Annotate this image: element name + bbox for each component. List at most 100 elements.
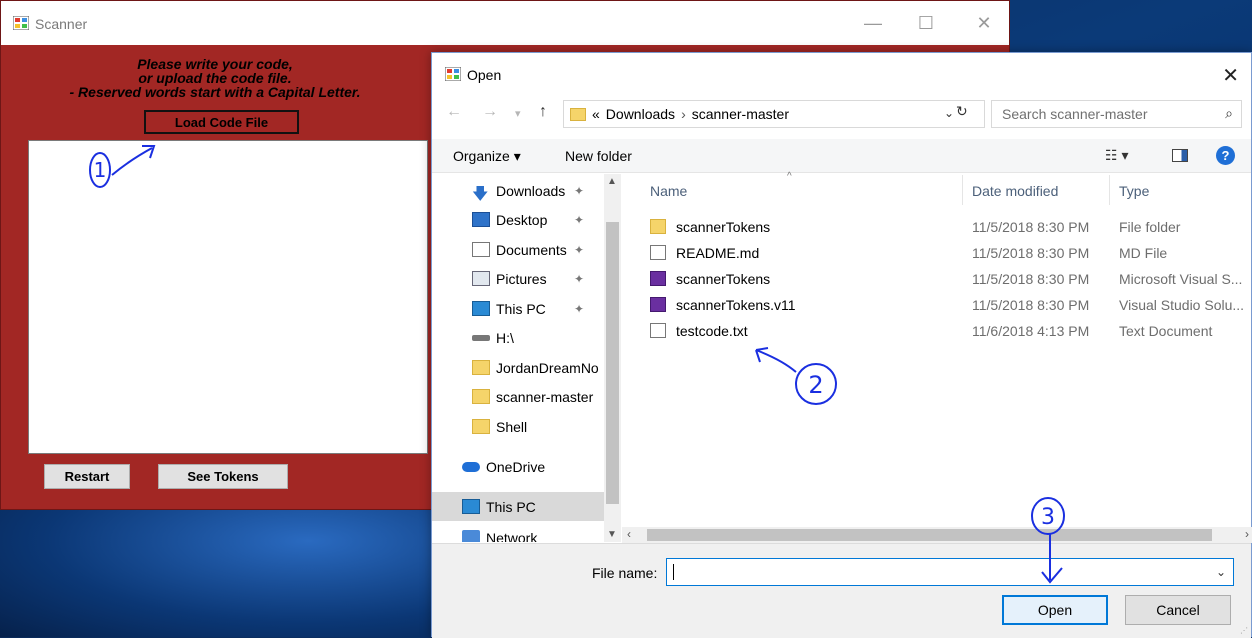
column-divider[interactable] bbox=[962, 175, 963, 205]
search-input[interactable]: Search scanner-master ⌕ bbox=[991, 100, 1242, 128]
back-arrow-icon[interactable]: ← bbox=[446, 103, 462, 121]
scroll-up-icon[interactable]: ▲ bbox=[607, 176, 617, 187]
new-folder-button[interactable]: New folder bbox=[565, 148, 632, 164]
nav-item-label: Pictures bbox=[496, 270, 547, 287]
pin-icon[interactable]: ✦ bbox=[574, 302, 584, 316]
file-row[interactable]: scannerTokens 11/5/2018 8:30 PM Microsof… bbox=[622, 266, 1252, 292]
up-arrow-icon[interactable]: ↑ bbox=[539, 103, 547, 121]
network-drive-icon bbox=[472, 334, 490, 341]
file-date: 11/5/2018 8:30 PM bbox=[972, 297, 1090, 313]
file-name-input[interactable]: ⌄ bbox=[666, 558, 1234, 586]
nav-item-jordandreamno[interactable]: JordanDreamNo bbox=[432, 353, 604, 382]
file-list-horizontal-scrollbar[interactable]: ‹ › bbox=[622, 527, 1252, 543]
dialog-close-button[interactable]: ✕ bbox=[1222, 63, 1239, 88]
dialog-title: Open bbox=[467, 67, 502, 83]
nav-item-documents[interactable]: Documents ✦ bbox=[432, 235, 604, 264]
maximize-button[interactable]: ☐ bbox=[911, 11, 941, 35]
folder-icon bbox=[472, 419, 490, 434]
visual-studio-icon bbox=[650, 297, 666, 312]
nav-item-label: scanner-master bbox=[496, 388, 594, 405]
see-tokens-button[interactable]: See Tokens bbox=[158, 464, 288, 489]
scroll-right-icon[interactable]: › bbox=[1245, 527, 1249, 541]
change-view-icon[interactable]: ☷ ▾ bbox=[1105, 147, 1128, 164]
load-code-file-button[interactable]: Load Code File bbox=[144, 110, 299, 134]
resize-grip-icon[interactable]: ⋰ bbox=[1240, 626, 1248, 635]
cancel-button[interactable]: Cancel bbox=[1125, 595, 1231, 625]
folder-icon bbox=[570, 107, 586, 121]
chevron-down-icon[interactable]: ⌄ bbox=[1216, 565, 1226, 579]
instructions-text: Please write your code, or upload the co… bbox=[1, 57, 429, 99]
scroll-left-icon[interactable]: ‹ bbox=[627, 527, 631, 541]
file-name: scannerTokens.v11 bbox=[676, 297, 796, 313]
nav-item-shell[interactable]: Shell bbox=[432, 412, 604, 441]
navigation-pane: 🡇 Downloads ✦ Desktop ✦ Documents ✦ Pict… bbox=[432, 174, 604, 542]
open-button[interactable]: Open bbox=[1002, 595, 1108, 625]
folder-icon bbox=[472, 389, 490, 404]
sort-ascending-icon: ^ bbox=[787, 171, 792, 182]
scrollbar-thumb[interactable] bbox=[647, 529, 1212, 541]
file-row[interactable]: testcode.txt 11/6/2018 4:13 PM Text Docu… bbox=[622, 318, 1252, 344]
nav-item-pictures[interactable]: Pictures ✦ bbox=[432, 264, 604, 293]
nav-item-h-drive[interactable]: H:\ bbox=[432, 323, 604, 352]
nav-item-network[interactable]: Network bbox=[432, 530, 604, 542]
nav-item-label: Desktop bbox=[496, 211, 548, 228]
file-date: 11/5/2018 8:30 PM bbox=[972, 219, 1090, 235]
file-row[interactable]: README.md 11/5/2018 8:30 PM MD File bbox=[622, 240, 1252, 266]
preview-pane-icon[interactable] bbox=[1172, 149, 1188, 162]
nav-item-onedrive[interactable]: OneDrive bbox=[432, 452, 604, 481]
search-icon: ⌕ bbox=[1225, 105, 1233, 121]
document-icon bbox=[650, 245, 666, 260]
pin-icon[interactable]: ✦ bbox=[574, 272, 584, 286]
nav-item-label: This PC bbox=[486, 498, 536, 515]
breadcrumb-overflow[interactable]: « bbox=[592, 106, 600, 122]
file-row[interactable]: scannerTokens.v11 11/5/2018 8:30 PM Visu… bbox=[622, 292, 1252, 318]
nav-item-downloads[interactable]: 🡇 Downloads ✦ bbox=[432, 176, 604, 205]
forward-arrow-icon[interactable]: → bbox=[482, 103, 498, 121]
chevron-down-icon[interactable]: ⌄ bbox=[944, 106, 954, 120]
scrollbar-thumb[interactable] bbox=[606, 222, 619, 504]
recent-locations-icon[interactable]: ▾ bbox=[515, 107, 521, 120]
refresh-icon[interactable]: ↻ bbox=[956, 103, 968, 120]
file-name: scannerTokens bbox=[676, 271, 771, 287]
close-button[interactable]: ✕ bbox=[969, 11, 999, 35]
download-arrow-icon: 🡇 bbox=[472, 186, 489, 203]
text-file-icon bbox=[650, 323, 666, 338]
file-type: Visual Studio Solu... bbox=[1119, 297, 1245, 313]
file-name: README.md bbox=[676, 245, 760, 261]
column-divider[interactable] bbox=[1109, 175, 1110, 205]
pin-icon[interactable]: ✦ bbox=[574, 213, 584, 227]
pin-icon[interactable]: ✦ bbox=[574, 184, 584, 198]
nav-item-scanner-master[interactable]: scanner-master bbox=[432, 382, 604, 411]
file-row[interactable]: scannerTokens 11/5/2018 8:30 PM File fol… bbox=[622, 214, 1252, 240]
minimize-button[interactable]: — bbox=[858, 11, 888, 35]
address-bar[interactable]: « Downloads › scanner-master ⌄ bbox=[563, 100, 985, 128]
file-type: File folder bbox=[1119, 219, 1181, 235]
code-textarea[interactable] bbox=[28, 140, 428, 454]
organize-button[interactable]: Organize ▾ bbox=[453, 148, 521, 165]
breadcrumb-scanner-master[interactable]: scanner-master bbox=[692, 106, 789, 122]
breadcrumb-downloads[interactable]: Downloads bbox=[606, 106, 675, 122]
column-header-date[interactable]: Date modified bbox=[972, 183, 1058, 199]
folder-icon bbox=[472, 360, 490, 375]
pin-icon[interactable]: ✦ bbox=[574, 243, 584, 257]
command-toolbar: Organize ▾ New folder ☷ ▾ ? bbox=[432, 139, 1251, 173]
nav-item-this-pc-pinned[interactable]: This PC ✦ bbox=[432, 294, 604, 323]
text-caret bbox=[673, 564, 674, 580]
column-header-name[interactable]: Name bbox=[650, 183, 687, 199]
nav-item-label: OneDrive bbox=[486, 458, 546, 475]
computer-icon bbox=[472, 301, 490, 316]
scanner-titlebar[interactable]: Scanner — ☐ ✕ bbox=[1, 1, 1009, 45]
scroll-down-icon[interactable]: ▼ bbox=[607, 529, 617, 540]
app-icon bbox=[13, 16, 29, 30]
nav-item-label: JordanDreamNo bbox=[496, 359, 599, 376]
search-placeholder: Search scanner-master bbox=[1002, 106, 1148, 122]
visual-studio-icon bbox=[650, 271, 666, 286]
nav-item-desktop[interactable]: Desktop ✦ bbox=[432, 205, 604, 234]
nav-item-this-pc[interactable]: This PC bbox=[432, 492, 604, 521]
nav-pane-scrollbar[interactable]: ▲ ▼ bbox=[604, 174, 621, 542]
dialog-footer: File name: ⌄ Open Cancel ⋰ bbox=[432, 543, 1251, 638]
column-header-type[interactable]: Type bbox=[1119, 183, 1149, 199]
help-icon[interactable]: ? bbox=[1216, 146, 1235, 165]
instruction-line-3: - Reserved words start with a Capital Le… bbox=[69, 84, 361, 100]
restart-button[interactable]: Restart bbox=[44, 464, 130, 489]
